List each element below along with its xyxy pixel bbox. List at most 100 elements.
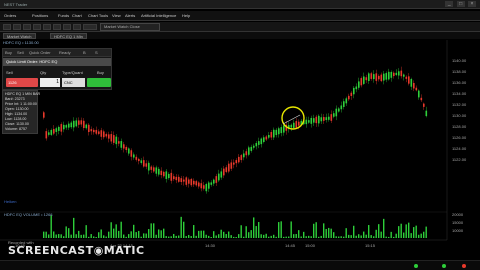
menu-chart[interactable]: Chart	[72, 13, 82, 18]
volume-bar	[393, 236, 395, 238]
menu-alerts[interactable]: Alerts	[125, 13, 135, 18]
volume-bar	[290, 221, 292, 238]
menu-artificial-intelligence[interactable]: Artificial Intelligence	[141, 13, 176, 18]
volume-bar	[408, 222, 410, 238]
volume-bar	[423, 231, 425, 238]
candle-body	[113, 135, 115, 143]
candle-body	[298, 121, 300, 126]
toolbar-button[interactable]	[63, 24, 71, 30]
price-tick-label: 1130.00	[452, 113, 467, 118]
price-tick-label: 1132.00	[452, 102, 467, 107]
maximize-button[interactable]: □	[456, 1, 465, 7]
product-select[interactable]: CNC	[62, 78, 85, 87]
order-toolbar-b[interactable]: B	[83, 50, 86, 55]
candle-body	[108, 134, 110, 139]
toolbar-button[interactable]	[83, 24, 97, 30]
menu-positions[interactable]: Positions	[32, 13, 48, 18]
volume-bar	[323, 223, 325, 238]
menu-orders[interactable]: Orders	[4, 13, 16, 18]
volume-bar	[138, 230, 140, 238]
candle-body	[308, 120, 310, 123]
toolbar-button[interactable]	[13, 24, 21, 30]
volume-bar	[113, 228, 115, 238]
exchange-tab[interactable]: Market Watch Close	[100, 23, 160, 31]
volume-bar	[75, 234, 77, 238]
buy-label: Buy	[97, 70, 104, 75]
volume-bar	[68, 228, 70, 238]
volume-bar	[315, 222, 317, 238]
candle-body	[340, 105, 343, 110]
toolbar-button[interactable]	[3, 24, 11, 30]
menu-view[interactable]: View	[112, 13, 121, 18]
order-toolbar-sell[interactable]: Sell	[17, 50, 24, 55]
candle-body	[345, 98, 348, 104]
volume-bar	[248, 232, 250, 238]
minimize-button[interactable]: _	[445, 1, 454, 7]
candle-body	[405, 76, 408, 79]
volume-bar	[358, 234, 360, 238]
candle-body	[70, 122, 73, 128]
candle-body	[413, 82, 415, 89]
toolbar-button[interactable]	[33, 24, 41, 30]
candle-body	[210, 182, 213, 185]
volume-bar	[270, 235, 272, 238]
candle-body	[423, 103, 425, 107]
volume-bar	[63, 236, 65, 238]
tab-hdfc-chart[interactable]: HDFC EQ 1 Min	[50, 33, 87, 39]
volume-bar	[268, 236, 270, 238]
candle-body	[318, 115, 320, 124]
sell-label: Sell	[6, 70, 13, 75]
candle-body	[348, 95, 350, 100]
candle-body	[203, 185, 205, 189]
candle-body	[293, 122, 295, 128]
candle-body	[278, 128, 280, 135]
candle-body	[258, 141, 260, 145]
candle-body	[160, 170, 163, 176]
order-toolbar-quick[interactable]: Quick Order	[29, 50, 51, 55]
candle-body	[370, 73, 373, 79]
volume-bar	[225, 234, 227, 238]
volume-bar	[203, 230, 205, 238]
menu-funds[interactable]: Funds	[58, 13, 69, 18]
close-button[interactable]: ×	[468, 1, 476, 7]
candle-body	[135, 156, 138, 160]
candle-body	[255, 143, 258, 147]
candle-body	[45, 131, 48, 139]
menu-chart-tools[interactable]: Chart Tools	[88, 13, 108, 18]
order-toolbar-buy[interactable]: Buy	[5, 50, 12, 55]
toolbar-button[interactable]	[43, 24, 51, 30]
status-green-icon	[442, 264, 446, 268]
order-toolbar-ready[interactable]: Ready	[59, 50, 71, 55]
quantity-field[interactable]: 1	[40, 78, 60, 87]
candle-body	[375, 73, 378, 81]
volume-bar	[278, 222, 280, 238]
candle-body	[378, 75, 380, 80]
volume-bar	[148, 229, 150, 238]
volume-bar	[125, 236, 127, 238]
candle-body	[320, 117, 323, 122]
candle-body	[400, 70, 403, 77]
candle-body	[175, 176, 178, 181]
volume-bar	[90, 234, 92, 238]
candle-body	[158, 168, 160, 175]
volume-bar	[198, 230, 200, 238]
candle-body	[195, 181, 198, 186]
volume-bar	[193, 225, 195, 238]
toolbar-button[interactable]	[23, 24, 31, 30]
sell-button[interactable]: 1126	[6, 78, 38, 87]
buy-button[interactable]	[87, 78, 111, 87]
toolbar-button[interactable]	[73, 24, 81, 30]
volume-bar	[103, 235, 105, 238]
candle-body	[205, 184, 208, 192]
toolbar-button[interactable]	[53, 24, 61, 30]
order-toolbar-s[interactable]: S	[95, 50, 98, 55]
tab-bar: Market Watch HDFC EQ 1 Min	[0, 32, 480, 39]
candle-body	[85, 124, 88, 129]
candle-body	[98, 131, 100, 134]
volume-bar	[93, 236, 95, 238]
volume-bar	[145, 233, 147, 238]
candle-body	[80, 120, 83, 125]
tab-market-watch[interactable]: Market Watch	[3, 33, 36, 39]
candle-body	[238, 156, 240, 163]
menu-help[interactable]: Help	[182, 13, 190, 18]
